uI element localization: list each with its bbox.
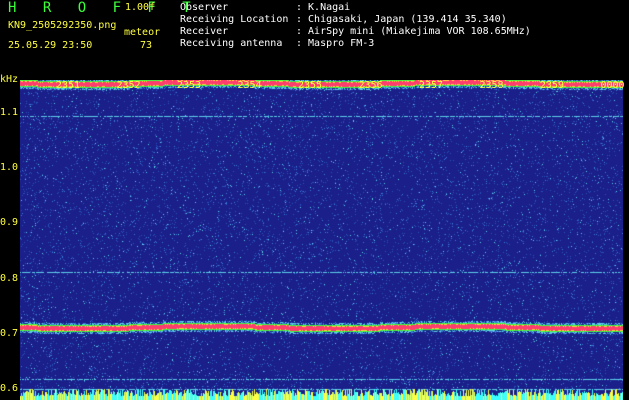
info-value: : K.Nagai — [296, 2, 351, 13]
app-version: 1.00f — [125, 2, 156, 13]
freq-tick-label: 1.1 — [0, 107, 19, 119]
meteor-count: 73 — [139, 40, 152, 51]
freq-unit-label: kHz — [0, 74, 19, 85]
time-tick-label: 2353 — [177, 80, 202, 91]
spectrogram — [20, 80, 623, 400]
time-tick-label: 0000 — [600, 80, 625, 91]
info-key: Receiver — [180, 26, 229, 37]
freq-tick-label: 0.7 — [0, 327, 19, 339]
info-value: : AirSpy mini (Miakejima VOR 108.65MHz) — [296, 26, 531, 37]
time-tick-label: 2352 — [116, 80, 141, 91]
time-tick-label: 2359 — [540, 80, 565, 91]
freq-tick-label: 0.8 — [0, 272, 19, 284]
freq-tick-label: 0.9 — [0, 217, 19, 229]
time-tick-label: 2355 — [298, 80, 323, 91]
plot-border — [623, 80, 629, 400]
info-row-location: Receiving Location : Chigasaki, Japan (13… — [180, 14, 531, 26]
time-tick-label: 2357 — [419, 80, 444, 91]
info-key: Receiving Location — [180, 14, 289, 25]
info-row-receiver: Receiver : AirSpy mini (Miakejima VOR 108… — [180, 26, 531, 38]
info-row-antenna: Receiving antenna : Maspro FM-3 — [180, 38, 531, 50]
time-tick-label: 2356 — [358, 80, 383, 91]
info-key: Receiving antenna — [180, 38, 283, 49]
header: H R O F F T 1.00f KN9_2505292350.png met… — [0, 0, 629, 80]
meteor-label: meteor — [124, 27, 161, 38]
freq-tick-label: 1.0 — [0, 162, 19, 174]
time-tick-label: 2358 — [479, 80, 504, 91]
spectrogram-canvas — [20, 80, 623, 400]
info-value: : Maspro FM-3 — [296, 38, 375, 49]
app-title: H R O F F T — [8, 0, 200, 16]
freq-tick-label: 0.6 — [0, 382, 19, 394]
timestamp: 25.05.29 23:50 — [8, 40, 93, 51]
time-tick-label: 2354 — [237, 80, 262, 91]
file-name: KN9_2505292350.png — [8, 20, 117, 31]
station-info: Observer : K.Nagai Receiving Location : Ch… — [180, 2, 531, 50]
info-value: : Chigasaki, Japan (139.414 35.340) — [296, 14, 507, 25]
time-tick-label: 2351 — [56, 80, 81, 91]
info-row-observer: Observer : K.Nagai — [180, 2, 531, 14]
info-key: Observer — [180, 2, 229, 13]
